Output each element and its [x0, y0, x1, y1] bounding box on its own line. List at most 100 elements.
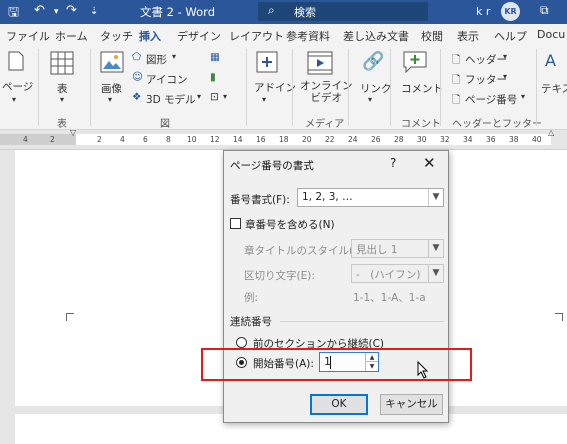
- ruler-number: 4: [120, 135, 125, 144]
- separator-value: - (ハイフン): [356, 269, 421, 281]
- divider: [280, 321, 444, 322]
- example-value: 1-1、1-A、1-a: [353, 292, 426, 304]
- numbering-section-heading: 連続番号: [230, 316, 272, 328]
- comment-button[interactable]: コメント: [401, 81, 443, 96]
- help-button[interactable]: ?: [390, 156, 396, 170]
- crop-mark: [66, 313, 74, 321]
- chevron-down-icon: ▼: [428, 189, 443, 206]
- footer-dropdown-icon[interactable]: ▾: [503, 72, 507, 81]
- icons-button[interactable]: アイコン: [146, 72, 187, 87]
- ruler-number: 40: [532, 135, 542, 144]
- dialog-title: ページ番号の書式: [230, 160, 314, 172]
- online-video-icon: [307, 51, 333, 75]
- crop-mark: [555, 313, 563, 321]
- ruler-number: 2: [97, 135, 102, 144]
- ruler-number: 24: [348, 135, 358, 144]
- group-comment: コメント: [401, 119, 441, 130]
- redo-icon[interactable]: ↷: [66, 3, 77, 18]
- header-dropdown-icon[interactable]: ▾: [503, 52, 507, 61]
- shapes-dropdown-icon[interactable]: ▾: [172, 52, 176, 61]
- shapes-button[interactable]: 図形: [146, 52, 167, 67]
- tab-design[interactable]: デザイン: [177, 28, 221, 44]
- addin-button[interactable]: アドイン: [254, 80, 296, 95]
- tab-review[interactable]: 校閲: [421, 28, 443, 44]
- page-icon: [8, 51, 24, 71]
- close-button[interactable]: ✕: [423, 154, 436, 172]
- screenshot-dropdown-icon[interactable]: ▾: [223, 92, 227, 101]
- image-button[interactable]: 画像: [101, 81, 122, 96]
- ruler-number: 38: [509, 135, 519, 144]
- page-number-format-dialog: ページ番号の書式 ? ✕ 番号書式(F): 1, 2, 3, … ▼ 章番号を含…: [223, 150, 449, 423]
- chevron-down-icon: ▼: [428, 265, 443, 282]
- ruler-number: 32: [440, 135, 450, 144]
- tab-touch[interactable]: タッチ: [100, 28, 133, 44]
- horizontal-ruler[interactable]: 4 2 ▽ 2 4 6 8 10 12 14 16 18 20 22 24 26…: [0, 128, 567, 150]
- chapter-style-select[interactable]: 見出し 1 ▼: [351, 239, 444, 258]
- highlight-annotation: [201, 348, 472, 381]
- number-format-select[interactable]: 1, 2, 3, … ▼: [297, 188, 444, 207]
- search-icon: ⌕: [268, 3, 275, 17]
- tab-mailings[interactable]: 差し込み文書: [343, 28, 409, 44]
- group-media: メディア: [305, 119, 345, 130]
- tab-insert[interactable]: 挿入: [139, 28, 161, 48]
- tab-help[interactable]: ヘルプ: [494, 28, 527, 44]
- model-3d-icon: ❖: [132, 91, 142, 103]
- smartart-icon[interactable]: ▦: [210, 51, 220, 63]
- model-3d-button[interactable]: 3D モデル: [146, 92, 196, 107]
- tab-home[interactable]: ホーム: [55, 28, 88, 44]
- indent-marker-icon[interactable]: ▽: [70, 128, 76, 137]
- online-video-button[interactable]: オンライン ビデオ: [300, 80, 353, 104]
- table-button[interactable]: 表: [57, 81, 68, 96]
- text-button[interactable]: テキス: [541, 81, 567, 96]
- chart-icon[interactable]: ▮: [210, 71, 216, 83]
- avatar[interactable]: KR: [501, 2, 520, 21]
- separator-select[interactable]: - (ハイフン) ▼: [351, 264, 444, 283]
- image-dropdown-icon[interactable]: ▾: [108, 95, 112, 104]
- table-dropdown-icon[interactable]: ▾: [60, 95, 64, 104]
- tab-file[interactable]: ファイル: [6, 28, 50, 44]
- link-button[interactable]: リンク: [360, 81, 392, 96]
- search-box[interactable]: ⌕ 検索: [258, 2, 428, 21]
- cancel-button[interactable]: キャンセル: [380, 394, 443, 415]
- tab-layout[interactable]: レイアウト: [229, 28, 284, 44]
- search-label: 検索: [294, 6, 316, 19]
- page-number-button[interactable]: ページ番号: [465, 92, 517, 107]
- addin-dropdown-icon[interactable]: ▾: [262, 95, 266, 104]
- right-indent-marker-icon[interactable]: △: [548, 128, 554, 137]
- include-chapter-label[interactable]: 章番号を含める(N): [245, 217, 335, 232]
- ruler-number: 6: [143, 135, 148, 144]
- footer-button[interactable]: フッター: [465, 72, 507, 87]
- include-chapter-checkbox[interactable]: [230, 218, 241, 229]
- ruler-number: 28: [394, 135, 404, 144]
- pages-button[interactable]: ページ: [2, 79, 33, 94]
- save-icon[interactable]: 🖫: [8, 3, 19, 25]
- mouse-pointer-icon: [417, 361, 429, 379]
- undo-dropdown-icon[interactable]: ▾: [54, 7, 59, 17]
- pages-dropdown-icon[interactable]: ▾: [12, 95, 16, 104]
- ok-button[interactable]: OK: [310, 394, 368, 415]
- model-3d-dropdown-icon[interactable]: ▾: [197, 92, 201, 101]
- chapter-style-value: 見出し 1: [356, 244, 398, 256]
- group-header-footer: ヘッダーとフッター: [452, 119, 542, 130]
- link-dropdown-icon[interactable]: ▾: [368, 95, 372, 104]
- chevron-down-icon: ▼: [428, 240, 443, 257]
- undo-icon[interactable]: ↶: [34, 3, 45, 18]
- continue-radio[interactable]: [236, 337, 247, 348]
- title-bar: 🖫 ↶ ▾ ↷ ⇣ 文書 2 - Word ⌕ 検索 k r KR ⧉: [0, 0, 567, 24]
- chapter-style-label: 章タイトルのスタイル(P):: [244, 245, 368, 257]
- tab-view[interactable]: 表示: [457, 28, 479, 44]
- page-number-dropdown-icon[interactable]: ▾: [521, 92, 525, 101]
- tab-references[interactable]: 参考資料: [286, 28, 330, 44]
- ribbon-display-icon[interactable]: ⧉: [540, 3, 549, 18]
- example-label: 例:: [244, 292, 259, 304]
- tab-docu[interactable]: Docu: [537, 28, 565, 41]
- addin-icon: [256, 51, 278, 73]
- header-button[interactable]: ヘッダー: [465, 52, 507, 67]
- ruler-number: 10: [187, 135, 197, 144]
- table-icon: [50, 51, 74, 75]
- ruler-number: 14: [233, 135, 243, 144]
- quick-access-customize-icon[interactable]: ⇣: [90, 6, 98, 17]
- screenshot-icon[interactable]: ⊡: [210, 91, 219, 103]
- user-name[interactable]: k r: [476, 5, 490, 18]
- ruler-number: 18: [279, 135, 289, 144]
